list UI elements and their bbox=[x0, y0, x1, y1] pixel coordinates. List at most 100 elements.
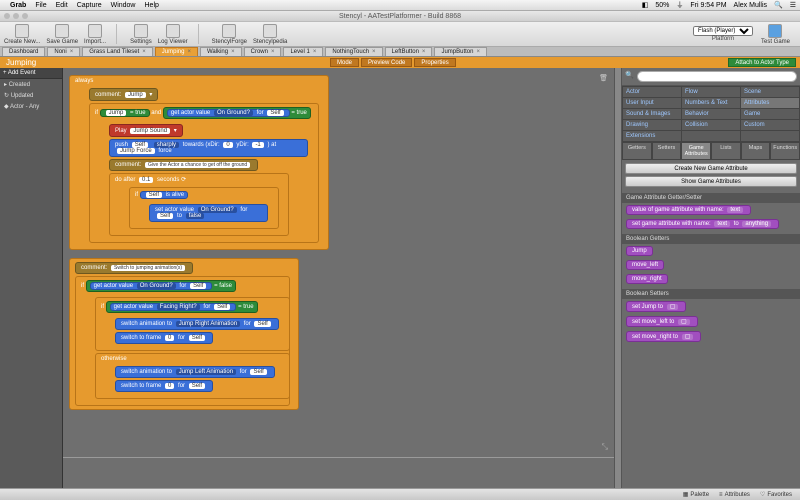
pill-get-attr[interactable]: value of game attribute with name: text bbox=[626, 205, 751, 215]
tab-tileset[interactable]: Grass Land Tileset× bbox=[82, 47, 153, 56]
cat-behavior[interactable]: Behavior bbox=[682, 109, 740, 119]
otherwise-block[interactable]: otherwise switch animation to Jump Left … bbox=[95, 353, 290, 399]
close-icon[interactable]: × bbox=[70, 49, 74, 55]
tool-save[interactable]: Save Game bbox=[46, 24, 78, 45]
pill-set-move-right[interactable]: set move_right to ▢ bbox=[626, 331, 701, 342]
event-actor-any[interactable]: ◆ Actor - Any bbox=[0, 101, 62, 112]
cat-input[interactable]: User Input bbox=[623, 98, 681, 108]
tool-forge[interactable]: StencylForge bbox=[212, 24, 247, 45]
add-event-button[interactable]: + Add Event bbox=[0, 68, 62, 79]
traffic-lights[interactable] bbox=[4, 13, 28, 19]
spotlight-icon[interactable]: 🔍 bbox=[774, 1, 783, 9]
if-block[interactable]: if Jump = true and get actor value On Gr… bbox=[89, 103, 319, 243]
comment-block[interactable]: comment: Switch to jumping animation(s) bbox=[75, 262, 193, 274]
menu-window[interactable]: Window bbox=[111, 2, 136, 9]
tab-leftbtn[interactable]: LeftButton× bbox=[385, 47, 433, 56]
close-icon[interactable]: × bbox=[142, 49, 146, 55]
switch-frame-block[interactable]: switch to frame 0 for Self bbox=[115, 332, 213, 344]
attributes-toggle[interactable]: ≡ Attributes bbox=[719, 492, 750, 498]
set-value-block[interactable]: set actor value On Ground? for Self to f… bbox=[149, 204, 268, 222]
do-after-block[interactable]: do after 0.1 seconds ⟳ if Self is alive … bbox=[109, 173, 289, 236]
resize-icon[interactable]: ⤡ bbox=[602, 442, 608, 452]
cat-collision[interactable]: Collision bbox=[682, 120, 740, 130]
tool-pedia[interactable]: Stencylpedia bbox=[253, 24, 287, 45]
block-group[interactable]: comment: Switch to jumping animation(s) … bbox=[69, 258, 299, 410]
push-block[interactable]: push Self sharply towards (xDir: 0 yDir:… bbox=[109, 139, 308, 157]
cat-scene[interactable]: Scene bbox=[741, 87, 799, 97]
close-icon[interactable]: × bbox=[187, 49, 191, 55]
switch-anim-block[interactable]: switch animation to Jump Right Animation… bbox=[115, 318, 279, 330]
menu-file[interactable]: File bbox=[35, 2, 46, 9]
palette-search-input[interactable] bbox=[637, 71, 797, 82]
notif-icon[interactable]: ☰ bbox=[790, 1, 796, 9]
close-icon[interactable]: × bbox=[372, 49, 376, 55]
tab-noni[interactable]: Noni× bbox=[47, 47, 80, 56]
app-name[interactable]: Grab bbox=[10, 2, 26, 9]
tab-dashboard[interactable]: Dashboard bbox=[2, 47, 45, 56]
ptab-gameattr[interactable]: Game Attributes bbox=[681, 142, 711, 160]
cat-drawing[interactable]: Drawing bbox=[623, 120, 681, 130]
tab-level1[interactable]: Level 1× bbox=[283, 47, 323, 56]
pill-move-left[interactable]: move_left bbox=[626, 260, 664, 270]
mode-button[interactable]: Mode bbox=[330, 58, 359, 67]
equals-block[interactable]: get actor value On Ground? for Self = tr… bbox=[163, 107, 311, 119]
comment-block[interactable]: comment: Jump ▾ bbox=[89, 88, 158, 101]
attach-actor-button[interactable]: Attach to Actor Type bbox=[728, 58, 796, 67]
cat-game[interactable]: Game bbox=[741, 109, 799, 119]
tab-walking[interactable]: Walking× bbox=[200, 47, 242, 56]
tab-jumpbtn[interactable]: JumpButton× bbox=[434, 47, 487, 56]
switch-frame-block[interactable]: switch to frame 0 for Self bbox=[115, 380, 213, 392]
play-sound-block[interactable]: Play Jump Sound ▾ bbox=[109, 124, 183, 137]
get-value-block[interactable]: get actor value On Ground? for Self bbox=[167, 109, 290, 117]
menu-edit[interactable]: Edit bbox=[56, 2, 68, 9]
switch-anim-block[interactable]: switch animation to Jump Left Animation … bbox=[115, 366, 275, 378]
menu-capture[interactable]: Capture bbox=[77, 2, 102, 9]
close-icon[interactable]: × bbox=[231, 49, 235, 55]
close-icon[interactable]: × bbox=[422, 49, 426, 55]
tab-jumping[interactable]: Jumping× bbox=[155, 47, 198, 56]
block-canvas[interactable]: always comment: Jump ▾ if Jump = true an… bbox=[63, 68, 614, 488]
cat-sound[interactable]: Sound & Images bbox=[623, 109, 681, 119]
event-updated[interactable]: ↻ Updated bbox=[0, 90, 62, 101]
cat-flow[interactable]: Flow bbox=[682, 87, 740, 97]
close-icon[interactable]: × bbox=[313, 49, 317, 55]
preview-code-button[interactable]: Preview Code bbox=[361, 58, 412, 67]
show-attr-button[interactable]: Show Game Attributes bbox=[625, 176, 797, 187]
tab-nothing[interactable]: NothingTouch× bbox=[325, 47, 382, 56]
user-name[interactable]: Alex Mullis bbox=[734, 2, 767, 9]
test-game-button[interactable]: Test Game bbox=[761, 24, 790, 45]
always-block[interactable]: always comment: Jump ▾ if Jump = true an… bbox=[69, 75, 329, 250]
pill-set-attr[interactable]: set game attribute with name: text to an… bbox=[626, 219, 779, 229]
cat-numbers[interactable]: Numbers & Text bbox=[682, 98, 740, 108]
ptab-maps[interactable]: Maps bbox=[741, 142, 771, 160]
pill-set-move-left[interactable]: set move_left to ▢ bbox=[626, 316, 698, 327]
comment-block[interactable]: comment: Give the Actor a chance to get … bbox=[109, 159, 258, 171]
pill-move-right[interactable]: move_right bbox=[626, 274, 668, 284]
tool-settings[interactable]: Settings bbox=[130, 24, 152, 45]
pill-set-jump[interactable]: set Jump to ▢ bbox=[626, 301, 686, 312]
create-attr-button[interactable]: Create New Game Attribute bbox=[625, 163, 797, 174]
equals-block[interactable]: Jump = true bbox=[100, 109, 150, 117]
palette-toggle[interactable]: ▦ Palette bbox=[683, 491, 709, 498]
if-block[interactable]: if Self is alive set actor value On Grou… bbox=[129, 187, 279, 229]
ptab-getters[interactable]: Getters bbox=[622, 142, 652, 160]
tab-crown[interactable]: Crown× bbox=[244, 47, 282, 56]
properties-button[interactable]: Properties bbox=[414, 58, 455, 67]
if-block[interactable]: if get actor value Facing Right? for Sel… bbox=[95, 297, 290, 351]
tool-create[interactable]: Create New... bbox=[4, 24, 40, 45]
if-block[interactable]: if get actor value On Ground? for Self =… bbox=[75, 276, 290, 406]
panel-divider[interactable] bbox=[614, 68, 622, 488]
pill-jump[interactable]: Jump bbox=[626, 246, 653, 256]
cat-attributes[interactable]: Attributes bbox=[741, 98, 799, 108]
tool-import[interactable]: Import... bbox=[84, 24, 106, 45]
ptab-lists[interactable]: Lists bbox=[711, 142, 741, 160]
ptab-setters[interactable]: Setters bbox=[652, 142, 682, 160]
tool-log[interactable]: Log Viewer bbox=[158, 24, 188, 45]
trash-icon[interactable]: 🗑 bbox=[599, 74, 608, 82]
favorites-toggle[interactable]: ♡ Favorites bbox=[760, 491, 792, 498]
ptab-funcs[interactable]: Functions bbox=[770, 142, 800, 160]
cat-ext[interactable]: Extensions bbox=[623, 131, 681, 141]
menu-help[interactable]: Help bbox=[145, 2, 159, 9]
cat-custom[interactable]: Custom bbox=[741, 120, 799, 130]
event-created[interactable]: ▸ Created bbox=[0, 79, 62, 90]
